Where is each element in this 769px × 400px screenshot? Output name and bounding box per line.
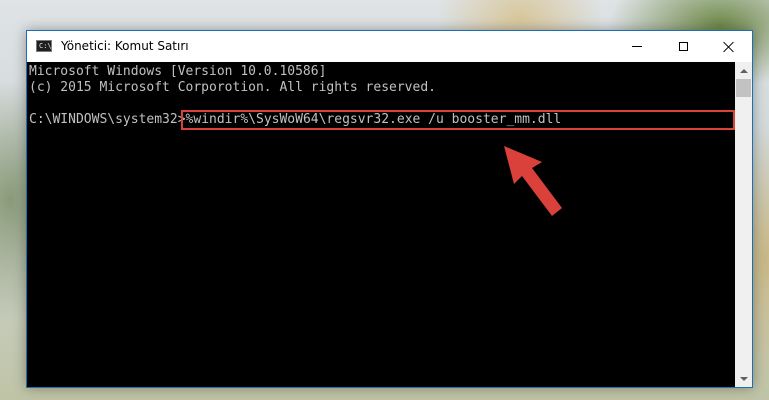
minimize-button[interactable] — [614, 31, 660, 62]
scrollbar-thumb[interactable] — [736, 79, 751, 97]
command-highlight-box — [181, 110, 735, 130]
console-line-version: Microsoft Windows [Version 10.0.10586] — [29, 64, 327, 79]
window-title: Yönetici: Komut Satırı — [61, 39, 189, 53]
cmd-icon[interactable]: C:\ — [36, 40, 52, 52]
close-icon — [723, 41, 735, 53]
command-prompt-window: C:\ Yönetici: Komut Satırı Microsoft Win… — [26, 30, 753, 388]
scroll-down-button[interactable] — [735, 370, 752, 387]
chevron-up-icon — [739, 68, 748, 73]
minimize-icon — [632, 46, 642, 47]
prompt-text: C:\WINDOWS\system32> — [29, 112, 186, 127]
vertical-scrollbar[interactable] — [735, 62, 752, 387]
console-output[interactable]: Microsoft Windows [Version 10.0.10586] (… — [27, 62, 736, 387]
arrow-pointer-icon — [504, 146, 562, 216]
close-button[interactable] — [706, 31, 752, 62]
chevron-down-icon — [739, 376, 748, 381]
cmd-icon-label: C:\ — [39, 42, 52, 50]
title-bar[interactable]: C:\ Yönetici: Komut Satırı — [27, 31, 752, 62]
maximize-button[interactable] — [660, 31, 706, 62]
scroll-up-button[interactable] — [735, 62, 752, 79]
maximize-icon — [678, 42, 688, 51]
console-line-copyright: (c) 2015 Microsoft Corporotion. All righ… — [29, 80, 436, 95]
